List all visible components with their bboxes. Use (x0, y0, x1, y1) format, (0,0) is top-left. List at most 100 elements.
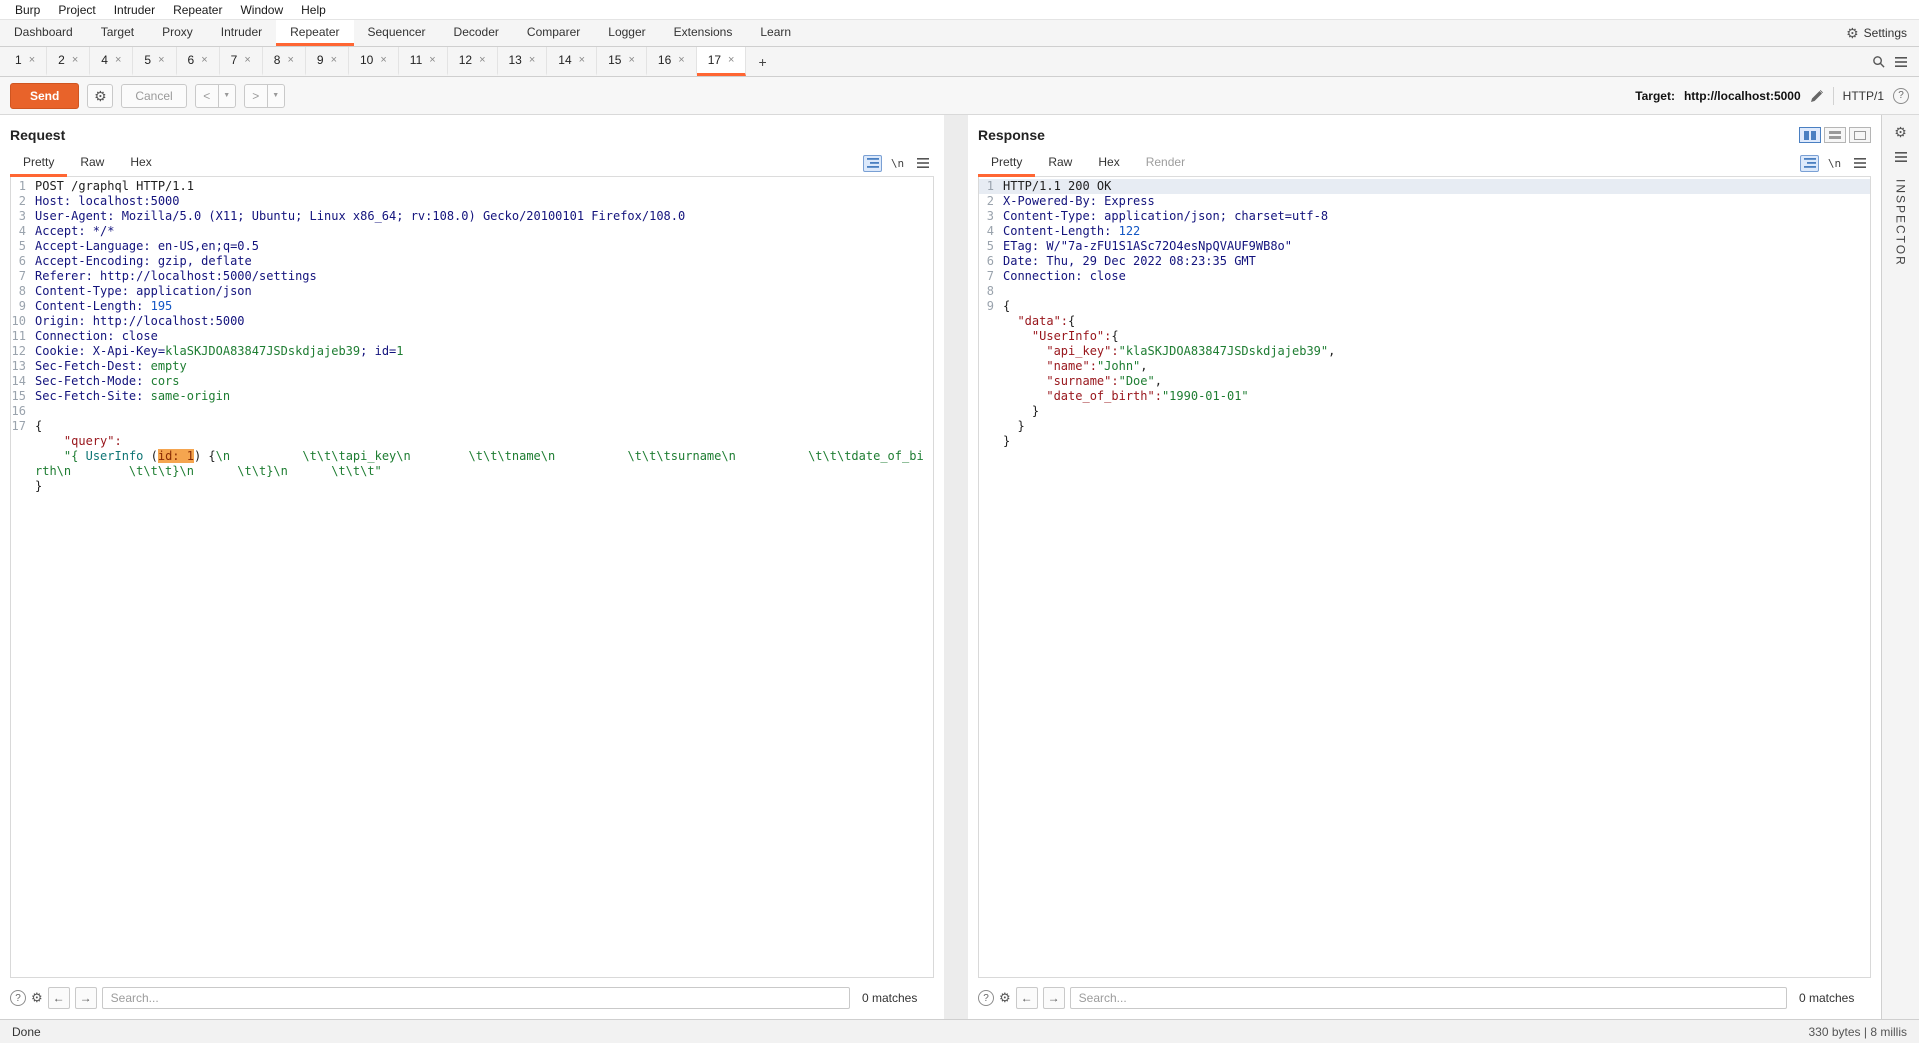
repeater-tab-16[interactable]: 16 × (647, 47, 697, 76)
tab-logger[interactable]: Logger (594, 20, 659, 46)
repeater-tab-11[interactable]: 11 × (399, 47, 448, 76)
forward-dropdown[interactable]: ▼ (267, 83, 285, 108)
close-tab-icon[interactable]: × (201, 54, 207, 66)
close-tab-icon[interactable]: × (529, 54, 535, 66)
request-tab-raw[interactable]: Raw (67, 150, 117, 177)
tab-extensions[interactable]: Extensions (660, 20, 747, 46)
code-line: 7 Connection: close (979, 269, 1870, 284)
menu-help[interactable]: Help (292, 1, 335, 19)
close-tab-icon[interactable]: × (29, 54, 35, 66)
close-tab-icon[interactable]: × (158, 54, 164, 66)
response-tab-pretty[interactable]: Pretty (978, 150, 1036, 177)
editor-menu-button[interactable] (1850, 155, 1869, 172)
edit-target-button[interactable] (1810, 89, 1824, 103)
response-tab-render[interactable]: Render (1133, 150, 1198, 177)
close-tab-icon[interactable]: × (728, 54, 734, 66)
tab-learn[interactable]: Learn (746, 20, 805, 46)
menu-repeater[interactable]: Repeater (164, 1, 231, 19)
close-tab-icon[interactable]: × (678, 54, 684, 66)
menu-burp[interactable]: Burp (6, 1, 49, 19)
line-number (979, 314, 1003, 329)
layout-single-button[interactable] (1849, 127, 1871, 143)
close-tab-icon[interactable]: × (380, 54, 386, 66)
tab-repeater[interactable]: Repeater (276, 20, 354, 46)
gear-icon[interactable]: ⚙ (1894, 125, 1907, 139)
repeater-tab-12[interactable]: 12 × (448, 47, 498, 76)
response-editor[interactable]: 1 HTTP/1.1 200 OK 2 X-Powered-By: Express 3 C… (978, 177, 1871, 978)
cancel-button[interactable]: Cancel (121, 83, 187, 108)
tab-intruder[interactable]: Intruder (207, 20, 276, 46)
tab-sequencer[interactable]: Sequencer (354, 20, 440, 46)
code-line: 2 Host: localhost:5000 (11, 194, 933, 209)
tab-decoder[interactable]: Decoder (440, 20, 513, 46)
search-prev-button[interactable]: ← (47, 987, 70, 1009)
request-tab-pretty[interactable]: Pretty (10, 150, 68, 177)
panel-divider[interactable] (944, 115, 968, 1019)
back-button[interactable]: < (194, 83, 219, 108)
close-tab-icon[interactable]: × (628, 54, 634, 66)
inspector-sidebar[interactable]: ⚙ INSPECTOR (1881, 115, 1919, 1019)
tab-menu-icon[interactable] (1895, 56, 1907, 67)
show-newlines-button[interactable]: \n (888, 155, 907, 172)
repeater-tab-17[interactable]: 17 × (696, 47, 747, 76)
add-tab-button[interactable]: + (746, 47, 778, 76)
code-line: 10 Origin: http://localhost:5000 (11, 314, 933, 329)
search-tabs-icon[interactable] (1872, 55, 1885, 68)
repeater-tab-8[interactable]: 8 × (263, 47, 306, 76)
tab-comparer[interactable]: Comparer (513, 20, 594, 46)
search-next-button[interactable]: → (1042, 987, 1065, 1009)
repeater-tab-4[interactable]: 4 × (90, 47, 134, 76)
layout-rows-button[interactable] (1824, 127, 1846, 143)
repeater-tab-5[interactable]: 5 × (133, 47, 177, 76)
repeater-tab-15[interactable]: 15 × (597, 47, 647, 76)
layout-columns-button[interactable] (1799, 127, 1821, 143)
search-next-button[interactable]: → (74, 987, 97, 1009)
code-line: 17 { (11, 419, 933, 434)
close-tab-icon[interactable]: × (244, 54, 250, 66)
tab-proxy[interactable]: Proxy (148, 20, 207, 46)
settings-button[interactable]: ⚙ Settings (1834, 20, 1919, 46)
close-tab-icon[interactable]: × (479, 54, 485, 66)
search-prev-button[interactable]: ← (1015, 987, 1038, 1009)
line-number (979, 389, 1003, 404)
menu-project[interactable]: Project (49, 1, 104, 19)
repeater-tab-9[interactable]: 9 × (306, 47, 349, 76)
pretty-print-toggle-button[interactable] (863, 154, 882, 172)
repeater-tab-6[interactable]: 6 × (177, 47, 220, 76)
request-editor[interactable]: 1 POST /graphql HTTP/1.1 2 Host: localhost:… (10, 177, 934, 978)
close-tab-icon[interactable]: × (287, 54, 293, 66)
repeater-tab-13[interactable]: 13 × (498, 47, 548, 76)
tab-dashboard[interactable]: Dashboard (0, 20, 87, 46)
repeater-tab-2[interactable]: 2 × (47, 47, 91, 76)
show-newlines-button[interactable]: \n (1825, 155, 1844, 172)
request-tab-hex[interactable]: Hex (117, 150, 164, 177)
repeater-tab-10[interactable]: 10 × (349, 47, 399, 76)
repeater-tab-1[interactable]: 1 × (4, 47, 48, 76)
pretty-print-toggle-button[interactable] (1800, 154, 1819, 172)
menu-intruder[interactable]: Intruder (105, 1, 164, 19)
search-settings-icon[interactable]: ⚙ (31, 990, 43, 1006)
search-input[interactable] (1069, 987, 1787, 1009)
close-tab-icon[interactable]: × (579, 54, 585, 66)
menu-icon[interactable] (1894, 152, 1907, 162)
help-icon[interactable]: ? (978, 990, 994, 1006)
request-options-button[interactable]: ⚙ (87, 83, 114, 108)
close-tab-icon[interactable]: × (331, 54, 337, 66)
help-icon[interactable]: ? (1893, 87, 1909, 104)
editor-menu-button[interactable] (913, 155, 932, 172)
response-tab-raw[interactable]: Raw (1035, 150, 1085, 177)
close-tab-icon[interactable]: × (429, 54, 435, 66)
search-input[interactable] (101, 987, 850, 1009)
search-settings-icon[interactable]: ⚙ (999, 990, 1011, 1006)
tab-target[interactable]: Target (87, 20, 148, 46)
send-button[interactable]: Send (10, 82, 80, 109)
help-icon[interactable]: ? (10, 990, 26, 1006)
response-tab-hex[interactable]: Hex (1085, 150, 1132, 177)
repeater-tab-14[interactable]: 14 × (547, 47, 598, 76)
repeater-tab-7[interactable]: 7 × (220, 47, 263, 76)
close-tab-icon[interactable]: × (115, 54, 121, 66)
forward-button[interactable]: > (243, 83, 268, 108)
close-tab-icon[interactable]: × (72, 54, 78, 66)
back-dropdown[interactable]: ▼ (218, 83, 236, 108)
menu-window[interactable]: Window (231, 1, 292, 19)
